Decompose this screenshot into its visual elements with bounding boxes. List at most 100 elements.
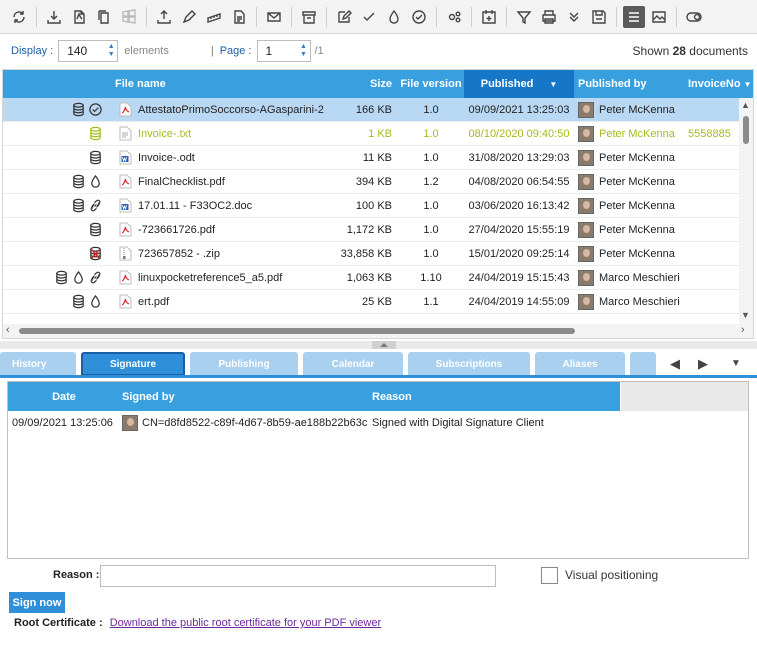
- file-name-cell: 723657852 - .zip: [113, 242, 339, 266]
- publisher-name: Peter McKenna: [599, 247, 675, 260]
- scroll-right-icon[interactable]: ›: [741, 324, 745, 336]
- tab-prev-icon[interactable]: ◀: [670, 356, 680, 372]
- pdf-icon[interactable]: [68, 6, 90, 28]
- chevron-double-down-icon[interactable]: [563, 6, 585, 28]
- document-icon[interactable]: [228, 6, 250, 28]
- save-icon[interactable]: [588, 6, 610, 28]
- size-cell: 166 KB: [355, 103, 392, 116]
- copy-icon[interactable]: [93, 6, 115, 28]
- display-spinner[interactable]: ▲▼: [58, 40, 119, 62]
- tab-menu-icon[interactable]: ▼: [731, 358, 741, 369]
- settings-icon[interactable]: [443, 6, 465, 28]
- scroll-thumb[interactable]: [743, 116, 749, 144]
- drop-icon: [88, 174, 103, 189]
- tab-next-icon[interactable]: ▶: [698, 356, 708, 372]
- page-spinner-arrows[interactable]: ▲ ▼: [298, 41, 310, 61]
- vertical-scrollbar[interactable]: ▲ ▼: [739, 98, 753, 324]
- image-view-icon[interactable]: [648, 6, 670, 28]
- calendar-add-icon[interactable]: [478, 6, 500, 28]
- table-row[interactable]: Invoice-.txt 1 KB 1.0 08/10/2020 09:40:50 Pe…: [3, 122, 740, 146]
- windows-icon[interactable]: [118, 6, 140, 28]
- size-cell: 33,858 KB: [340, 247, 392, 260]
- shown-count: Shown 28 documents: [633, 44, 748, 58]
- pen-icon[interactable]: [178, 6, 200, 28]
- tab-aliases[interactable]: Aliases: [535, 352, 625, 376]
- col-size[interactable]: Size: [339, 70, 398, 98]
- check-circle-icon[interactable]: [408, 6, 430, 28]
- display-spinner-arrows[interactable]: ▲ ▼: [105, 41, 117, 61]
- edit-icon[interactable]: [333, 6, 355, 28]
- tab-calendar[interactable]: Calendar: [303, 352, 403, 376]
- print-icon[interactable]: [538, 6, 560, 28]
- file-name-cell: 17.01.11 - F33OC2.doc: [113, 194, 339, 218]
- table-row[interactable]: 723657852 - .zip 33,858 KB 1.0 15/01/2020 0…: [3, 242, 740, 266]
- tab-publishing[interactable]: Publishing: [190, 352, 298, 376]
- documents-grid: File name Size File version Published ▼ P…: [2, 69, 754, 339]
- file-name-cell: Invoice-.odt: [113, 146, 339, 170]
- status-icons: [3, 170, 113, 194]
- col-signed-by[interactable]: Signed by: [120, 382, 370, 411]
- db-icon: [71, 198, 86, 213]
- spin-down-icon[interactable]: ▼: [300, 51, 307, 59]
- scroll-down-icon[interactable]: ▼: [741, 310, 750, 320]
- scroll-left-icon[interactable]: ‹: [6, 324, 10, 336]
- toggle-icon[interactable]: [683, 6, 705, 28]
- root-certificate: Root Certificate : Download the public r…: [14, 617, 381, 629]
- visual-positioning-checkbox[interactable]: [541, 567, 558, 584]
- table-row[interactable]: linuxpocketreference5_a5.pdf 1,063 KB 1.10…: [3, 266, 740, 290]
- table-row[interactable]: -723661726.pdf 1,172 KB 1.0 27/04/2020 15:5…: [3, 218, 740, 242]
- tab-signature[interactable]: Signature: [81, 352, 185, 376]
- archive-icon[interactable]: [298, 6, 320, 28]
- db-error-icon: [90, 246, 101, 261]
- check-circle-icon: [88, 102, 103, 117]
- ruler-icon[interactable]: [203, 6, 225, 28]
- table-row[interactable]: Invoice-.odt 11 KB 1.0 31/08/2020 13:29:03 P…: [3, 146, 740, 170]
- publisher-name: Marco Meschieri: [599, 271, 680, 284]
- mail-icon[interactable]: [263, 6, 285, 28]
- check-icon[interactable]: [358, 6, 380, 28]
- status-icons: [3, 146, 113, 170]
- download-icon[interactable]: [43, 6, 65, 28]
- table-row[interactable]: 17.01.11 - F33OC2.doc 100 KB 1.0 03/06/2020…: [3, 194, 740, 218]
- spin-up-icon[interactable]: ▲: [300, 43, 307, 51]
- col-reason[interactable]: Reason: [370, 382, 620, 411]
- sign-now-button[interactable]: Sign now: [9, 592, 65, 613]
- refresh-icon[interactable]: [8, 6, 30, 28]
- table-row[interactable]: AttestatoPrimoSoccorso-AGasparini-2 166 K…: [3, 98, 740, 122]
- table-row[interactable]: FinalChecklist.pdf 394 KB 1.2 04/08/2020 06…: [3, 170, 740, 194]
- spin-down-icon[interactable]: ▼: [108, 51, 115, 59]
- file-name: 723657852 - .zip: [138, 247, 220, 260]
- published-cell: 15/01/2020 09:25:14: [468, 247, 570, 260]
- table-row[interactable]: 09/09/2021 13:25:06 CN=d8fd8522-c89f-4d67…: [8, 411, 748, 435]
- horizontal-scrollbar[interactable]: ‹ ›: [3, 324, 753, 338]
- reason-input[interactable]: [100, 565, 496, 587]
- collapse-icon[interactable]: [372, 341, 396, 349]
- display-count-input[interactable]: [59, 44, 106, 58]
- drop-icon[interactable]: [383, 6, 405, 28]
- list-view-icon[interactable]: [623, 5, 645, 28]
- col-date[interactable]: Date: [8, 382, 120, 411]
- panel-splitter[interactable]: [0, 341, 757, 349]
- upload-icon[interactable]: [153, 6, 175, 28]
- col-published-by[interactable]: Published by: [574, 70, 684, 98]
- avatar: [578, 149, 594, 166]
- root-certificate-link[interactable]: Download the public root certificate for…: [110, 617, 381, 629]
- status-icons: [3, 122, 113, 146]
- publisher-name: Peter McKenna: [599, 175, 675, 188]
- col-invoice-no[interactable]: InvoiceNo ▼: [684, 70, 753, 98]
- spin-up-icon[interactable]: ▲: [108, 43, 115, 51]
- col-blank: [620, 382, 748, 411]
- filter-icon[interactable]: [513, 6, 535, 28]
- table-row[interactable]: ert.pdf 25 KB 1.1 24/04/2019 14:55:09 Marco …: [3, 290, 740, 314]
- tab-more[interactable]: [630, 352, 656, 376]
- scroll-thumb[interactable]: [19, 328, 575, 334]
- page-spinner[interactable]: ▲▼: [256, 40, 311, 62]
- col-file-name[interactable]: File name: [113, 70, 339, 98]
- col-file-version[interactable]: File version: [398, 70, 464, 98]
- tab-subscriptions[interactable]: Subscriptions: [408, 352, 530, 376]
- tab-history[interactable]: History: [0, 352, 76, 376]
- page-input[interactable]: [257, 44, 298, 58]
- reason-label: Reason :: [53, 569, 100, 581]
- scroll-up-icon[interactable]: ▲: [741, 100, 750, 110]
- col-published[interactable]: Published ▼: [464, 70, 574, 98]
